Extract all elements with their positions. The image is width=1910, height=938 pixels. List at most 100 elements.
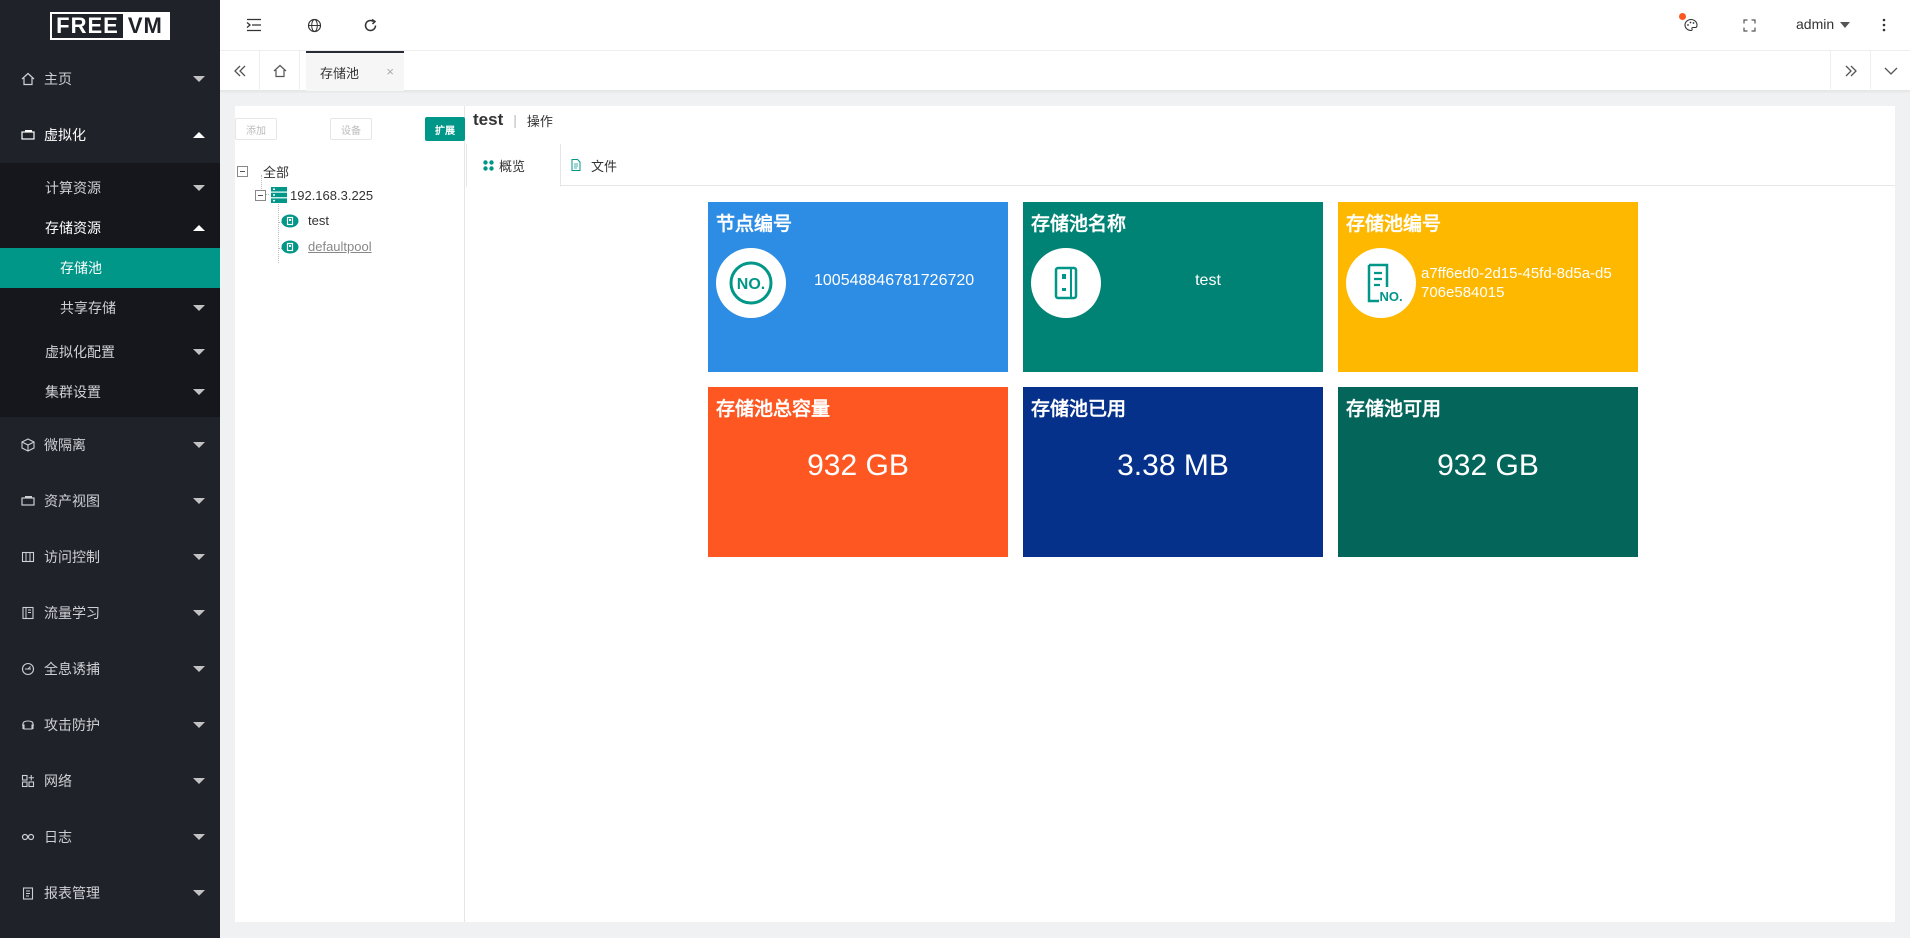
collapse-icon[interactable]	[255, 189, 266, 201]
tree-node-root[interactable]: 全部	[237, 162, 289, 181]
chevron-down-icon	[193, 305, 205, 311]
svg-text:NO.: NO.	[737, 276, 765, 293]
page-tabs-bar: 存储池 ×	[220, 51, 1910, 91]
theme-palette-icon[interactable]	[1679, 13, 1702, 36]
side-menu: 主页 虚拟化 计算资源 存储资源 存储池 共享存储 虚拟化配置 集群设置 微隔离…	[0, 51, 220, 921]
svg-text:NO.: NO.	[1379, 289, 1402, 304]
sidebar-item-virtualization[interactable]: 虚拟化	[0, 107, 220, 163]
card-title: 存储池可用	[1346, 399, 1442, 420]
card-pool-name: 存储池名称 test	[1023, 202, 1323, 372]
apps-icon	[20, 773, 36, 789]
more-vertical-icon[interactable]	[1873, 14, 1895, 36]
chevron-down-icon	[193, 442, 205, 448]
tree-node-host[interactable]: 192.168.3.225	[255, 187, 373, 203]
tree-node-pool-test[interactable]: test	[281, 213, 329, 228]
asset-icon	[20, 493, 36, 509]
fullscreen-icon[interactable]	[1738, 14, 1760, 36]
tab-home[interactable]	[260, 51, 300, 91]
tabs-scroll-right-button[interactable]	[1830, 51, 1870, 91]
sidebar-item-label: 存储池	[60, 260, 102, 276]
clipboard-icon	[20, 885, 36, 901]
top-header: admin	[220, 0, 1910, 51]
sidebar-item-label: 虚拟化配置	[45, 344, 115, 360]
tabs-scroll-left-button[interactable]	[220, 51, 260, 91]
chevron-down-icon	[193, 498, 205, 504]
sidebar-item-access-control[interactable]: 访问控制	[0, 529, 220, 585]
tab-files[interactable]: 文件	[571, 144, 617, 186]
sidebar-item-label: 微隔离	[44, 437, 86, 453]
sidebar-item-asset-view[interactable]: 资产视图	[0, 473, 220, 529]
sidebar-item-virt-config[interactable]: 虚拟化配置	[0, 332, 220, 372]
document-number-icon: NO.	[1346, 248, 1416, 318]
card-value-line: 706e584015	[1421, 284, 1505, 301]
sidebar-item-report[interactable]: 报表管理	[0, 865, 220, 921]
sidebar-item-home[interactable]: 主页	[0, 51, 220, 107]
tab-overview[interactable]: 概览	[466, 144, 561, 187]
operation-link[interactable]: 操作	[527, 111, 553, 130]
detail-tabs: 概览 文件	[466, 144, 1895, 187]
card-value-line: a7ff6ed0-2d15-45fd-8d5a-d5	[1421, 265, 1612, 282]
card-value: 932 GB	[807, 449, 909, 482]
tab-storage-pool[interactable]: 存储池 ×	[306, 51, 404, 91]
refresh-icon[interactable]	[359, 14, 381, 36]
double-chevron-left-icon	[233, 65, 245, 77]
sidebar-item-micro-isolation[interactable]: 微隔离	[0, 417, 220, 473]
virtualization-submenu: 计算资源 存储资源 存储池 共享存储 虚拟化配置 集群设置	[0, 163, 220, 417]
chevron-down-icon	[193, 834, 205, 840]
card-node-id: 节点编号 NO. 100548846781726720	[708, 202, 1008, 372]
table-icon	[20, 549, 36, 565]
chevron-down-icon	[193, 778, 205, 784]
card-title: 存储池总容量	[716, 399, 831, 420]
sidebar-item-shared-storage[interactable]: 共享存储	[0, 288, 220, 328]
storage-tree-panel: 添加 设备 扩展 全部 192.168.3.225 test defaultpo…	[235, 106, 465, 922]
tab-label: 存储池	[320, 65, 360, 81]
menu-fold-icon[interactable]	[243, 14, 265, 36]
sidebar-item-label: 日志	[44, 829, 72, 845]
tree-node-pool-defaultpool[interactable]: defaultpool	[281, 239, 372, 254]
sidebar-item-label: 流量学习	[44, 605, 100, 621]
sidebar-item-label: 全息诱捕	[44, 661, 100, 677]
logo[interactable]: FREE VM	[0, 0, 220, 51]
sidebar-item-label: 虚拟化	[44, 127, 86, 143]
card-title: 节点编号	[716, 214, 793, 235]
sidebar-item-label: 报表管理	[44, 885, 100, 901]
card-available: 存储池可用 932 GB	[1338, 387, 1638, 557]
close-icon[interactable]: ×	[386, 64, 394, 79]
sidebar-item-cluster[interactable]: 集群设置	[0, 372, 220, 412]
add-button[interactable]: 添加	[235, 118, 277, 140]
tree-node-label: defaultpool	[308, 239, 372, 254]
content-panel: 添加 设备 扩展 全部 192.168.3.225 test defaultpo…	[235, 106, 1895, 922]
server-icon	[20, 127, 36, 143]
number-icon: NO.	[716, 248, 786, 318]
tabs-menu-button[interactable]	[1870, 51, 1910, 91]
file-icon	[571, 159, 581, 171]
settings-button[interactable]: 设备	[330, 118, 372, 140]
sidebar-item-storage-pool[interactable]: 存储池	[0, 248, 220, 288]
sidebar-item-honeypot[interactable]: 全息诱捕	[0, 641, 220, 697]
sidebar-item-attack-defense[interactable]: 攻击防护	[0, 697, 220, 753]
chevron-up-icon	[193, 132, 205, 138]
target-icon	[20, 661, 36, 677]
sidebar-item-storage[interactable]: 存储资源	[0, 208, 220, 248]
tab-label: 概览	[499, 158, 526, 174]
book-icon	[20, 605, 36, 621]
sidebar-item-compute[interactable]: 计算资源	[0, 168, 220, 208]
card-title: 存储池已用	[1031, 399, 1127, 420]
user-menu[interactable]: admin	[1796, 16, 1851, 32]
chevron-down-icon	[1840, 22, 1851, 29]
sidebar-item-label: 访问控制	[44, 549, 100, 565]
expand-button[interactable]: 扩展	[425, 117, 465, 141]
sidebar-item-log[interactable]: 日志	[0, 809, 220, 865]
tree-node-label: test	[308, 213, 329, 228]
sidebar-item-network[interactable]: 网络	[0, 753, 220, 809]
logo-text-right: VM	[122, 13, 168, 38]
tree-node-label: 192.168.3.225	[290, 187, 374, 203]
chevron-down-icon	[193, 76, 205, 82]
sidebar-item-traffic-learning[interactable]: 流量学习	[0, 585, 220, 641]
double-chevron-right-icon	[1845, 65, 1857, 77]
sidebar: FREE VM 主页 虚拟化 计算资源 存储资源 存储池 共享存储 虚拟化配置 …	[0, 0, 220, 938]
globe-icon[interactable]	[303, 14, 325, 36]
collapse-icon[interactable]	[237, 166, 248, 177]
storage-pool-icon	[281, 240, 299, 254]
server-rack-icon	[271, 187, 287, 203]
